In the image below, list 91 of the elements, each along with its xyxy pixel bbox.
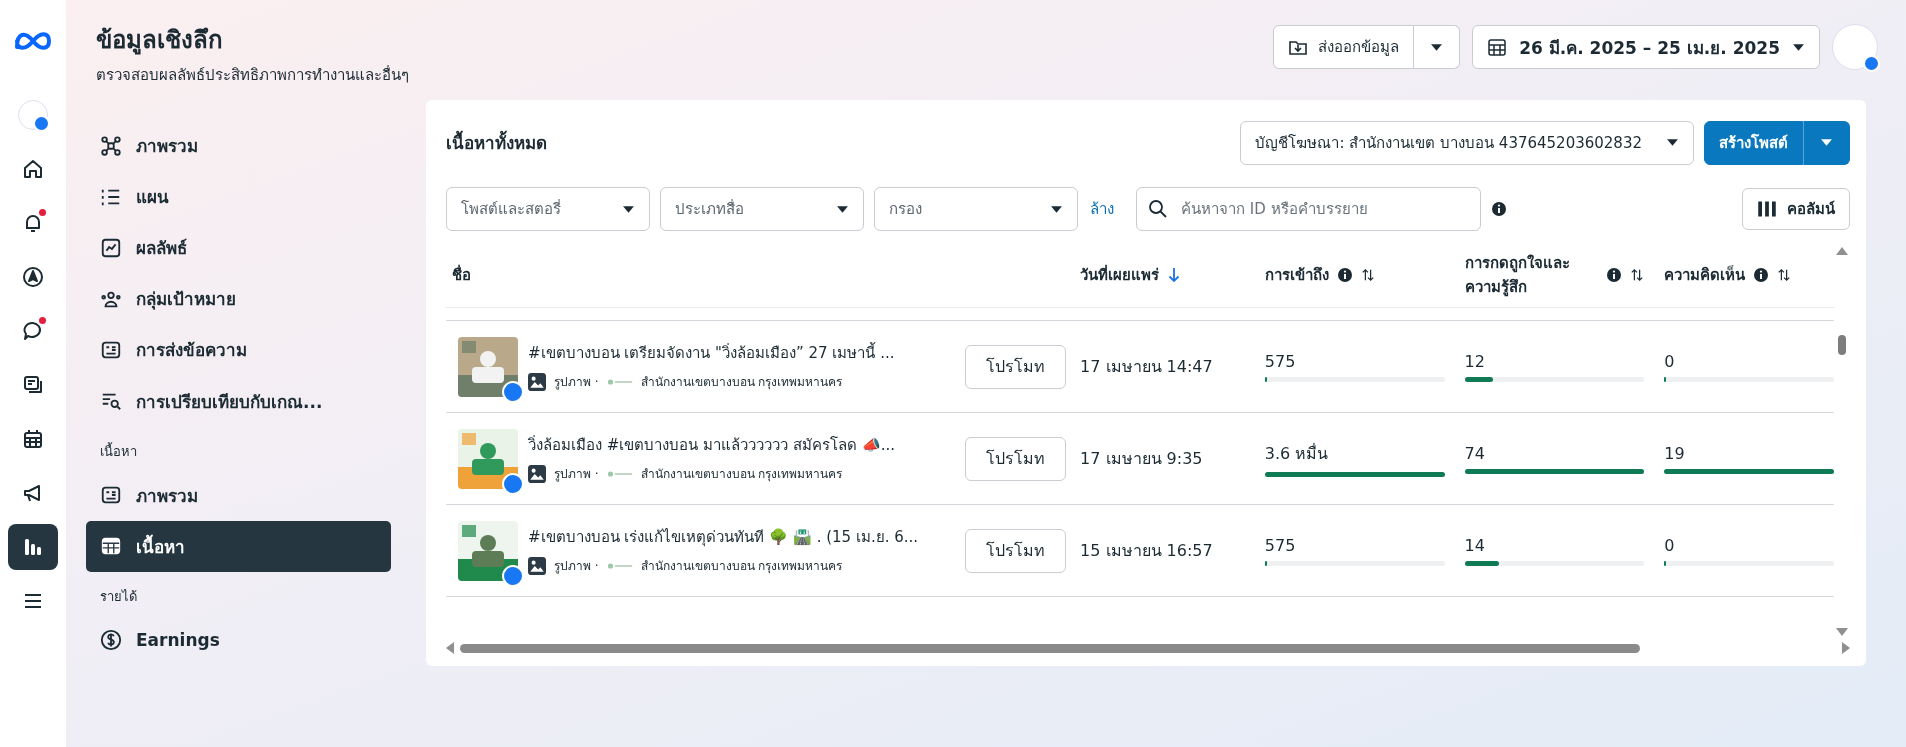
image-icon	[528, 556, 546, 575]
column-header[interactable]: ชื่อ	[452, 263, 471, 287]
caret-icon	[622, 204, 635, 214]
image-icon	[528, 372, 546, 391]
search-icon	[1148, 199, 1168, 219]
sidebar-item[interactable]: Earnings	[86, 614, 391, 666]
promote-button[interactable]: โปรโมท	[965, 344, 1067, 389]
date-range-picker[interactable]: 26 มี.ค. 2025 – 25 เม.ย. 2025	[1472, 25, 1820, 69]
filter-dropdown[interactable]: ประเภทสื่อ	[660, 187, 864, 231]
page-subtitle: ตรวจสอบผลลัพธ์ประสิทธิภาพการทำงานและอื่นๆ	[96, 64, 409, 86]
sidebar-item[interactable]: ผลลัพธ์	[86, 222, 391, 274]
sort-icon[interactable]	[1777, 267, 1792, 283]
create-post-button[interactable]: สร้างโพสต์	[1704, 120, 1803, 165]
caret-icon	[1792, 42, 1805, 52]
publish-date: 15 เมษายน 16:57	[1080, 540, 1213, 562]
metric-value: 3.6 หมื่น	[1264, 442, 1330, 465]
column-header[interactable]: ความคิดเห็น	[1664, 263, 1746, 287]
caret-icon	[1430, 42, 1444, 52]
image-icon	[528, 464, 546, 483]
info-icon[interactable]	[1491, 201, 1507, 217]
page-avatar-icon[interactable]	[18, 100, 48, 130]
sidebar-item[interactable]: ภาพรวม	[86, 469, 391, 521]
dollar-icon	[100, 629, 122, 652]
section-heading: เนื้อหา	[99, 441, 138, 461]
publish-date: 17 เมษายน 14:47	[1080, 356, 1213, 378]
sort-icon[interactable]	[1360, 267, 1375, 283]
page-name: สำนักงานเขตบางบอน กรุงเทพมหานคร	[640, 374, 843, 392]
sort-icon[interactable]	[1630, 267, 1645, 283]
card-title: เนื้อหาทั้งหมด	[446, 129, 547, 156]
promote-button[interactable]: โปรโมท	[965, 436, 1067, 481]
caret-icon	[1666, 138, 1679, 147]
page-avatar-icon[interactable]	[1832, 24, 1878, 70]
network-icon	[100, 134, 122, 157]
column-header[interactable]: การเข้าถึง	[1264, 263, 1329, 287]
metric-value: 12	[1464, 351, 1486, 371]
metric-value: 575	[1264, 535, 1297, 555]
post-title[interactable]: #เขตบางบอน เตรียมจัดงาน "วิ่งล้อมเมือง” 27 เมษานี้ ...	[528, 341, 895, 365]
info-icon[interactable]	[1606, 267, 1623, 283]
columns-icon	[1757, 199, 1777, 219]
promote-button[interactable]: โปรโมท	[965, 528, 1067, 573]
sidebar-item[interactable]: เนื้อหา	[86, 520, 391, 572]
metric-value: 0	[1664, 351, 1676, 371]
filter-dropdown[interactable]: กรอง	[874, 187, 1078, 231]
info-icon[interactable]	[1753, 267, 1770, 283]
compass-icon[interactable]	[21, 265, 45, 289]
post-type: รูปภาพ ·	[554, 374, 599, 392]
chart-icon	[100, 236, 122, 259]
page-logo-icon	[606, 469, 633, 478]
sidebar-item[interactable]: ภาพรวม	[86, 120, 391, 172]
facebook-icon	[502, 472, 524, 495]
info-icon[interactable]	[1336, 267, 1353, 283]
metric-value: 74	[1464, 443, 1486, 463]
post-type: รูปภาพ ·	[554, 466, 599, 484]
columns-button[interactable]: คอลัมน์	[1742, 188, 1850, 230]
sidebar-item[interactable]: กลุ่มเป้าหมาย	[86, 273, 391, 325]
facebook-icon	[502, 564, 524, 587]
page-logo-icon	[606, 561, 633, 570]
calendar-icon[interactable]	[21, 427, 45, 451]
calendar-icon	[1487, 37, 1508, 57]
caret-icon	[1050, 204, 1063, 214]
post-title[interactable]: #เขตบางบอน เร่งแก้ไขเหตุด่วนทันที 🌳 🛣 . (15 เม.ย. 6...	[528, 525, 919, 549]
page-name: สำนักงานเขตบางบอน กรุงเทพมหานคร	[640, 558, 843, 576]
caret-icon	[836, 204, 849, 214]
section-heading: รายได้	[99, 587, 138, 606]
publish-date: 17 เมษายน 9:35	[1080, 448, 1203, 470]
ad-account-dropdown[interactable]: บัญชีโฆษณา: สำนักงานเขต บางบอน 437645203602832	[1240, 120, 1694, 165]
page-name: สำนักงานเขตบางบอน กรุงเทพมหานคร	[640, 466, 843, 484]
sidebar-item[interactable]: การเปรียบเทียบกับเกณ...	[86, 375, 391, 427]
metric-value: 575	[1264, 351, 1297, 371]
sort-arrow-icon[interactable]	[1167, 267, 1182, 283]
sidebar-item[interactable]: แผน	[86, 171, 391, 223]
dropdown-button[interactable]	[1803, 120, 1850, 165]
post-type: รูปภาพ ·	[554, 558, 599, 576]
metric-value: 14	[1464, 535, 1486, 555]
column-header[interactable]: วันที่เผยแพร่	[1080, 263, 1160, 287]
export-button[interactable]: ส่งออกข้อมูล	[1273, 25, 1415, 69]
facebook-icon	[502, 380, 524, 403]
post-title[interactable]: วิ่งล้อมเมือง #เขตบางบอน มาแล้วววววว สมัครโลด 📣...	[528, 433, 895, 457]
metric-value: 0	[1664, 535, 1676, 555]
page-title: ข้อมูลเชิงลึก	[96, 25, 224, 57]
card-icon	[100, 339, 122, 361]
clear-link[interactable]: ล้าง	[1090, 197, 1114, 221]
column-header[interactable]: การกดถูกใจและความรู้สึก	[1464, 251, 1599, 299]
caret-icon	[1820, 138, 1833, 147]
search-field[interactable]: ค้นหาจาก ID หรือคำบรรยาย	[1136, 187, 1481, 231]
home-icon[interactable]	[21, 157, 45, 181]
filter-dropdown[interactable]: โพสต์และสตอรี่	[446, 187, 650, 231]
metric-value: 19	[1664, 443, 1686, 463]
sidebar-item[interactable]: การส่งข้อความ	[86, 324, 391, 376]
page-logo-icon	[606, 377, 633, 386]
horizontal-scrollbar[interactable]	[446, 640, 1850, 656]
